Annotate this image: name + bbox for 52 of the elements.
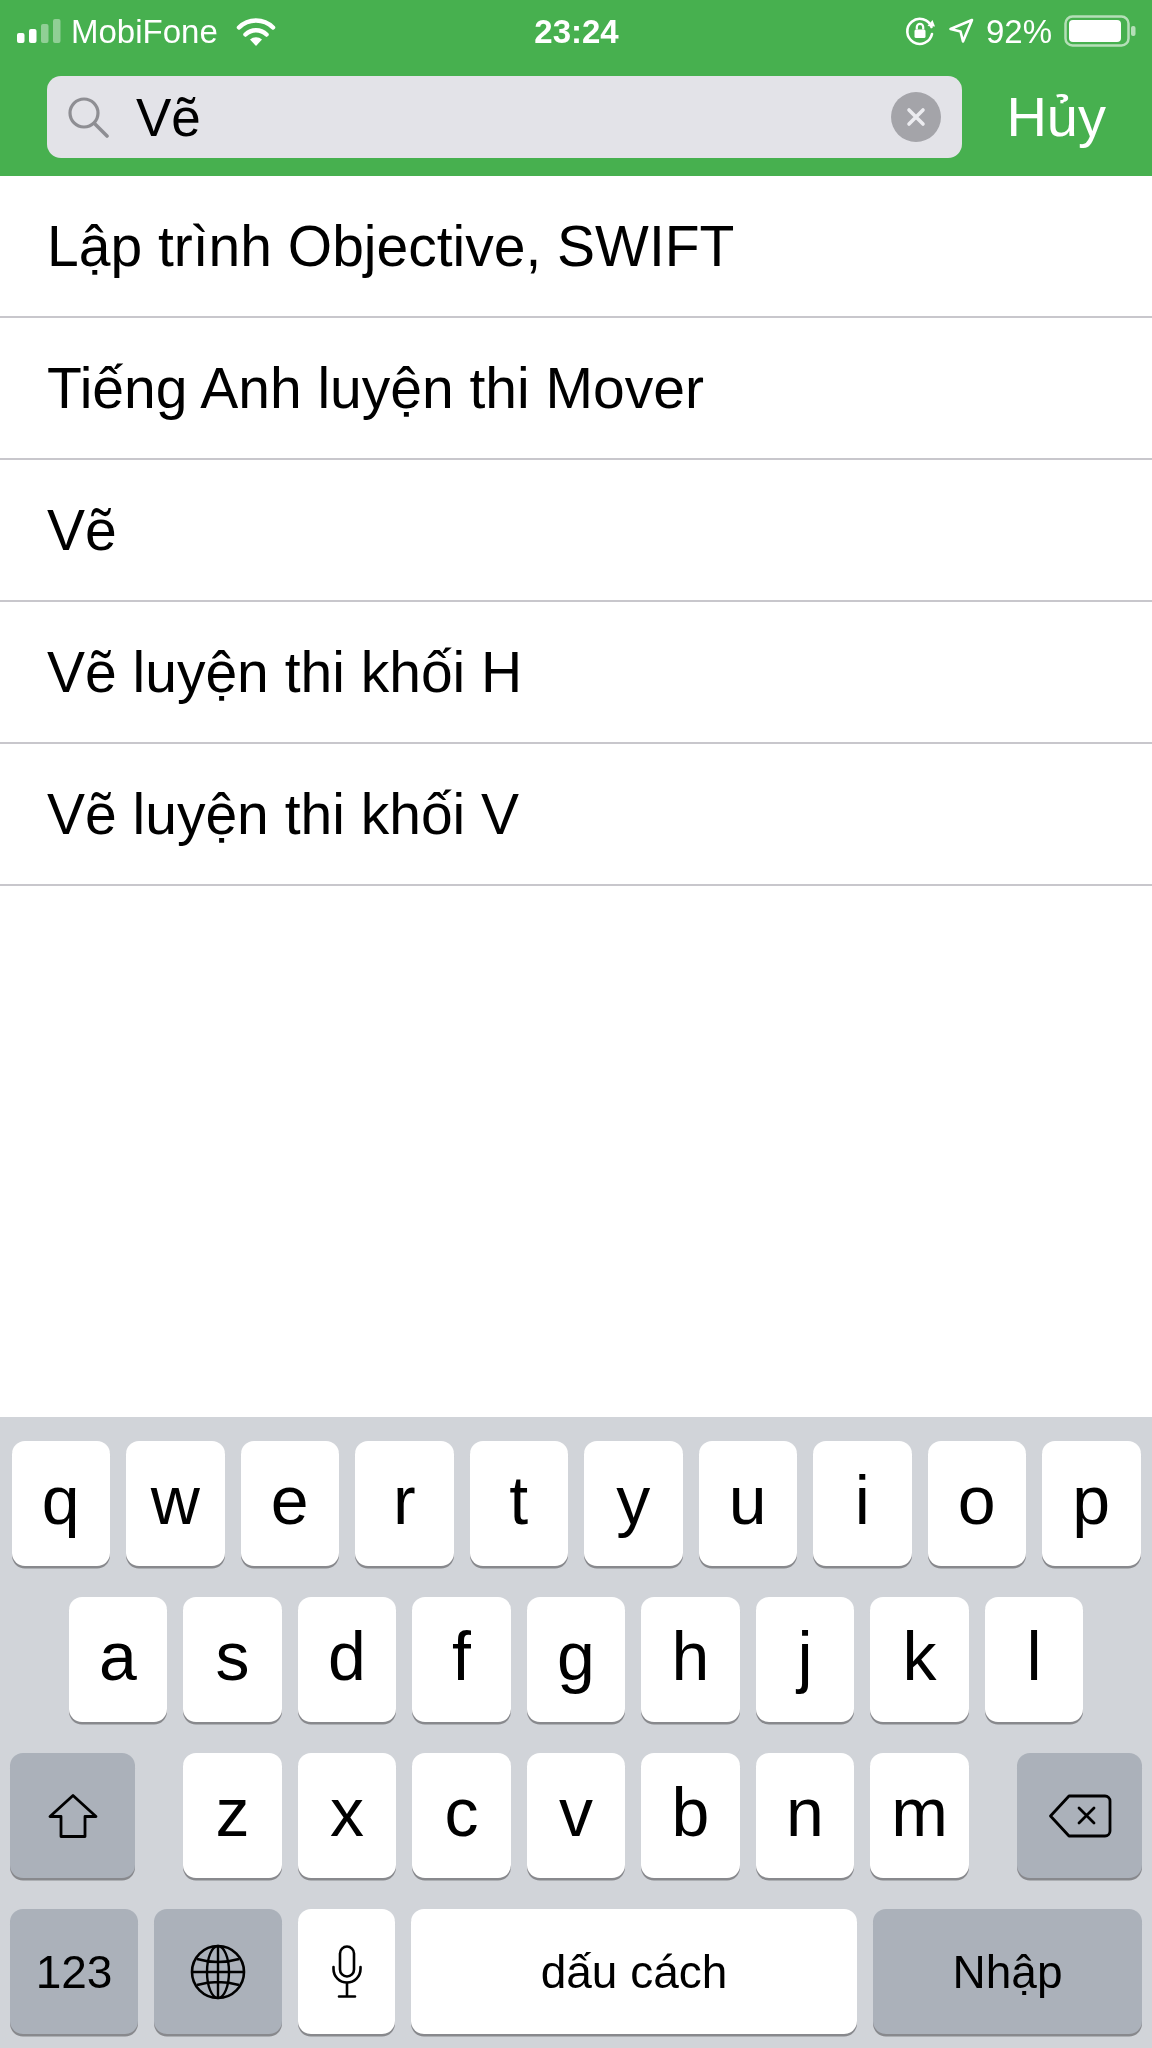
letter-key[interactable]: k	[870, 1597, 969, 1722]
backspace-icon	[1047, 1793, 1112, 1838]
battery-percentage: 92%	[985, 14, 1052, 48]
letter-key[interactable]: y	[584, 1441, 683, 1566]
letter-key[interactable]: h	[641, 1597, 740, 1722]
letter-key[interactable]: f	[412, 1597, 511, 1722]
numbers-key[interactable]: 123	[10, 1909, 138, 2034]
letter-key[interactable]: w	[126, 1441, 225, 1566]
globe-icon	[190, 1943, 246, 2000]
backspace-key[interactable]	[1017, 1753, 1142, 1878]
result-item[interactable]: Vẽ luyện thi khối V	[0, 744, 1152, 886]
letter-key[interactable]: v	[526, 1753, 626, 1878]
battery-icon	[1064, 15, 1136, 47]
location-icon	[947, 18, 974, 44]
letter-key[interactable]: c	[412, 1753, 511, 1878]
letter-key[interactable]: e	[240, 1441, 339, 1566]
letter-key[interactable]: l	[984, 1597, 1084, 1722]
result-item[interactable]: Lập trình Objective, SWIFT	[0, 176, 1152, 318]
carrier-name: MobiFone	[71, 14, 218, 48]
wifi-icon	[235, 16, 276, 46]
letter-key[interactable]: r	[355, 1441, 454, 1566]
shift-key[interactable]	[10, 1753, 135, 1878]
shift-icon	[46, 1792, 99, 1839]
letter-key[interactable]: o	[927, 1441, 1026, 1566]
search-icon	[67, 96, 109, 138]
letter-key[interactable]: m	[870, 1753, 969, 1878]
letter-key[interactable]: t	[469, 1441, 568, 1566]
globe-key[interactable]	[154, 1909, 282, 2034]
letter-key[interactable]: x	[297, 1753, 397, 1878]
letter-key[interactable]: q	[11, 1441, 110, 1566]
letter-key[interactable]: a	[68, 1597, 168, 1722]
letter-key[interactable]: i	[813, 1441, 912, 1566]
microphone-icon	[330, 1944, 363, 1999]
microphone-key[interactable]	[298, 1909, 395, 2034]
signal-icon	[17, 19, 61, 43]
rotation-lock-icon	[903, 15, 936, 47]
letter-key[interactable]: z	[183, 1753, 282, 1878]
space-key[interactable]: dấu cách	[411, 1909, 857, 2034]
letter-key[interactable]: g	[526, 1597, 626, 1722]
letter-key[interactable]: s	[183, 1597, 282, 1722]
letter-key[interactable]: n	[755, 1753, 855, 1878]
letter-key[interactable]: j	[755, 1597, 855, 1722]
result-item[interactable]: Vẽ	[0, 460, 1152, 602]
result-item[interactable]: Tiếng Anh luyện thi Mover	[0, 318, 1152, 460]
status-time: 23:24	[534, 14, 619, 48]
letter-key[interactable]: u	[698, 1441, 797, 1566]
letter-key[interactable]: d	[297, 1597, 397, 1722]
return-key[interactable]: Nhập	[873, 1909, 1142, 2034]
search-field[interactable]: Vẽ	[47, 76, 963, 158]
letter-key[interactable]: b	[641, 1753, 740, 1878]
result-item[interactable]: Vẽ luyện thi khối H	[0, 602, 1152, 744]
letter-key[interactable]: p	[1042, 1441, 1141, 1566]
